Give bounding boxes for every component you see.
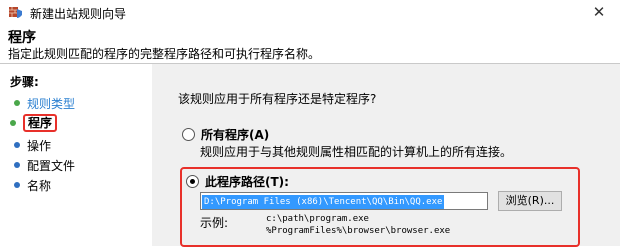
browse-button[interactable]: 浏览(R)...: [498, 191, 562, 211]
firewall-shield-icon: [8, 5, 24, 19]
sidebar-item-label: 名称: [27, 178, 52, 193]
step-bullet-icon: [14, 142, 20, 148]
page-subtitle: 指定此规则匹配的程序的完整程序路径和可执行程序名称。: [8, 47, 321, 61]
step-bullet-icon: [14, 162, 20, 168]
close-icon: ✕: [592, 3, 606, 21]
sidebar-item-label: 程序: [28, 116, 53, 130]
step-bullet-icon: [10, 120, 16, 126]
current-step-highlight: 程序: [23, 114, 58, 132]
sidebar-item-action[interactable]: 操作: [14, 136, 51, 154]
all-programs-radio[interactable]: 所有程序(A): [182, 126, 269, 143]
sidebar-item-profile[interactable]: 配置文件: [14, 156, 75, 174]
program-path-value: D:\Program Files (x86)\Tencent\QQ\Bin\QQ…: [202, 195, 445, 209]
radio-icon: [182, 128, 195, 141]
example-path-1: c:\path\program.exe: [266, 214, 369, 224]
all-programs-description: 规则应用于与其他规则属性相匹配的计算机上的所有连接。: [200, 145, 513, 159]
example-label: 示例:: [200, 216, 229, 230]
window-title: 新建出站规则向导: [30, 7, 127, 21]
steps-sidebar: 步骤: 规则类型 程序 操作 配置文件 名称: [0, 64, 152, 246]
example-paths: c:\path\program.exe %ProgramFiles%\brows…: [266, 213, 450, 237]
all-programs-label: 所有程序(A): [201, 128, 270, 142]
example-path-2: %ProgramFiles%\browser\browser.exe: [266, 226, 451, 236]
sidebar-item-rule-type[interactable]: 规则类型: [14, 94, 75, 112]
steps-heading: 步骤:: [10, 75, 39, 89]
title-bar: 新建出站规则向导 ✕: [0, 0, 620, 24]
program-path-radio[interactable]: 此程序路径(T):: [186, 173, 289, 190]
radio-checked-icon: [186, 175, 199, 188]
program-path-label: 此程序路径(T):: [205, 175, 289, 189]
sidebar-item-name[interactable]: 名称: [14, 176, 51, 194]
program-question: 该规则应用于所有程序还是特定程序?: [178, 92, 377, 106]
main-content: 该规则应用于所有程序还是特定程序? 所有程序(A) 规则应用于与其他规则属性相匹…: [152, 64, 620, 247]
sidebar-item-label: 规则类型: [27, 96, 76, 111]
sidebar-item-label: 操作: [27, 138, 52, 153]
page-title: 程序: [8, 30, 36, 46]
sidebar-item-label: 配置文件: [27, 158, 76, 173]
close-button[interactable]: ✕: [588, 2, 610, 22]
step-bullet-icon: [14, 182, 20, 188]
program-path-group: 此程序路径(T): D:\Program Files (x86)\Tencent…: [180, 167, 580, 247]
sidebar-item-program[interactable]: 程序: [10, 114, 58, 132]
program-path-input[interactable]: D:\Program Files (x86)\Tencent\QQ\Bin\QQ…: [200, 192, 488, 210]
step-bullet-icon: [14, 100, 20, 106]
